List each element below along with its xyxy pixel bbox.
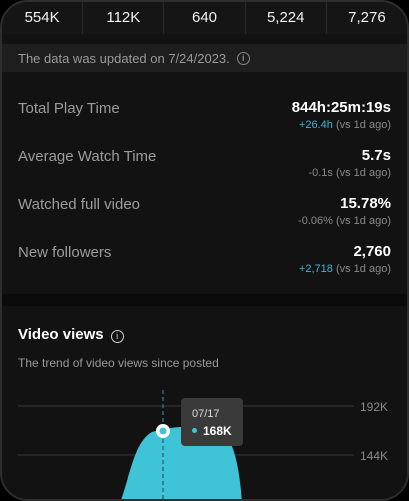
analytics-panel: 554K 112K 640 5,224 7,276 The data was u… bbox=[0, 0, 409, 501]
stat-cell: 640 bbox=[164, 2, 246, 34]
info-icon[interactable]: i bbox=[110, 330, 124, 343]
delta-suffix: (vs 1d ago) bbox=[332, 215, 391, 227]
stat-cell: 112K bbox=[83, 2, 165, 34]
metric-value: 2,760 bbox=[353, 243, 391, 260]
delta-suffix: (vs 1d ago) bbox=[332, 167, 391, 179]
metric-delta: +2,718 (vs 1d ago) bbox=[299, 263, 391, 275]
metric-value: 5.7s bbox=[361, 147, 391, 164]
metric-label: Average Watch Time bbox=[18, 148, 157, 165]
metric-new-followers: New followers 2,760 +2,718 (vs 1d ago) bbox=[2, 234, 407, 278]
tooltip-value: 168K bbox=[203, 424, 232, 438]
metric-average-watch-time: Average Watch Time 5.7s -0.1s (vs 1d ago… bbox=[2, 138, 407, 182]
y-tick-label: 144K bbox=[360, 449, 388, 463]
stat-cell: 7,276 bbox=[348, 9, 386, 26]
metric-delta: -0.1s (vs 1d ago) bbox=[308, 167, 391, 179]
metric-label: New followers bbox=[18, 244, 112, 261]
info-icon[interactable]: i bbox=[236, 51, 250, 65]
video-views-subtitle: The trend of video views since posted bbox=[18, 356, 219, 370]
stat-cell: 5,224 bbox=[246, 2, 327, 34]
y-tick-label: 192K bbox=[360, 400, 388, 414]
data-updated-notice: The data was updated on 7/24/2023. i bbox=[2, 44, 407, 72]
metric-value: 844h:25m:19s bbox=[291, 99, 391, 116]
metric-delta: +26.4h (vs 1d ago) bbox=[299, 119, 391, 131]
section-divider bbox=[2, 294, 407, 306]
metric-value: 15.78% bbox=[340, 195, 391, 212]
notice-text: The data was updated on 7/24/2023. bbox=[18, 50, 230, 66]
delta-suffix: (vs 1d ago) bbox=[332, 119, 391, 131]
delta-suffix: (vs 1d ago) bbox=[332, 263, 391, 275]
video-views-title-text: Video views bbox=[18, 326, 104, 343]
delta-amount: -0.06% bbox=[298, 215, 333, 227]
top-stats-bar: 554K 112K 640 5,224 7,276 bbox=[2, 2, 407, 34]
metric-label: Total Play Time bbox=[18, 100, 120, 117]
metric-delta: -0.06% (vs 1d ago) bbox=[298, 215, 391, 227]
chart-tooltip: 07/17 168K bbox=[181, 398, 243, 446]
delta-amount: +26.4h bbox=[298, 119, 333, 131]
delta-amount: -0.1s bbox=[308, 167, 333, 179]
metric-label: Watched full video bbox=[18, 196, 141, 213]
video-views-title: Video views i bbox=[18, 326, 124, 343]
stat-cell: 554K bbox=[2, 2, 84, 34]
metric-watched-full-video: Watched full video 15.78% -0.06% (vs 1d … bbox=[2, 186, 407, 230]
tooltip-date: 07/17 bbox=[192, 408, 220, 420]
series-dot-icon bbox=[192, 428, 197, 433]
highlight-point-center bbox=[159, 427, 167, 435]
metric-total-play-time: Total Play Time 844h:25m:19s +26.4h (vs … bbox=[2, 90, 407, 134]
delta-amount: +2,718 bbox=[298, 263, 333, 275]
